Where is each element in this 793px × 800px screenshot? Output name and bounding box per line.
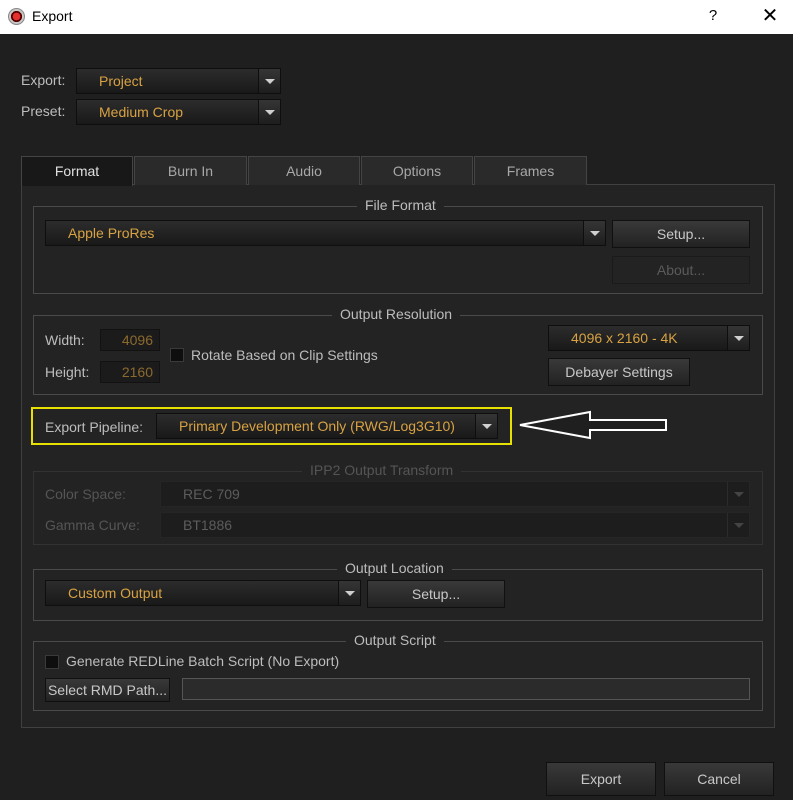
file-format-title: File Format [357, 197, 444, 213]
chevron-down-icon[interactable] [475, 414, 497, 438]
tab-audio[interactable]: Audio [248, 156, 360, 185]
left-arrow-icon [519, 410, 667, 440]
close-button[interactable]: ✕ [752, 0, 788, 34]
height-label: Height: [45, 364, 90, 380]
cancel-button[interactable]: Cancel [664, 762, 774, 796]
width-label: Width: [45, 332, 85, 348]
width-field[interactable]: 4096 [100, 329, 160, 351]
chevron-down-icon[interactable] [727, 326, 749, 350]
chevron-down-icon[interactable] [583, 221, 605, 245]
output-location-value: Custom Output [68, 585, 163, 601]
resolution-preset-value: 4096 x 2160 - 4K [571, 330, 678, 346]
ipp2-title: IPP2 Output Transform [302, 462, 462, 478]
preset-value: Medium Crop [99, 104, 184, 120]
resolution-preset-dropdown[interactable]: 4096 x 2160 - 4K [548, 325, 750, 351]
tab-options[interactable]: Options [361, 156, 473, 185]
file-format-value: Apple ProRes [68, 225, 155, 241]
color-space-value: REC 709 [183, 486, 240, 502]
chevron-down-icon[interactable] [727, 513, 749, 537]
tab-frames[interactable]: Frames [474, 156, 587, 185]
export-dropdown[interactable]: Project [76, 68, 281, 94]
tab-burn-in[interactable]: Burn In [134, 156, 247, 185]
chevron-down-icon[interactable] [338, 581, 360, 605]
file-format-setup-button[interactable]: Setup... [612, 220, 750, 248]
output-location-dropdown[interactable]: Custom Output [45, 580, 361, 606]
select-rmd-path-button[interactable]: Select RMD Path... [45, 678, 170, 702]
rotate-checkbox[interactable] [170, 348, 184, 362]
generate-script-checkbox[interactable] [45, 655, 59, 669]
gamma-curve-dropdown[interactable]: BT1886 [160, 512, 750, 538]
debayer-settings-button[interactable]: Debayer Settings [548, 358, 690, 386]
generate-script-label: Generate REDLine Batch Script (No Export… [66, 653, 340, 669]
height-field[interactable]: 2160 [100, 361, 160, 383]
export-pipeline-label: Export Pipeline: [45, 419, 144, 435]
export-value: Project [99, 73, 143, 89]
chevron-down-icon[interactable] [258, 69, 280, 93]
chevron-down-icon[interactable] [727, 482, 749, 506]
help-button[interactable]: ? [698, 0, 728, 34]
gamma-curve-value: BT1886 [183, 517, 233, 533]
output-location-setup-button[interactable]: Setup... [367, 580, 505, 608]
preset-dropdown[interactable]: Medium Crop [76, 99, 281, 125]
export-label: Export: [21, 72, 66, 88]
redcine-app-icon [8, 8, 25, 25]
color-space-label: Color Space: [45, 486, 126, 502]
color-space-dropdown[interactable]: REC 709 [160, 481, 750, 507]
file-format-about-button[interactable]: About... [612, 256, 750, 284]
title-bar: Export ? ✕ [0, 0, 793, 34]
gamma-curve-label: Gamma Curve: [45, 517, 140, 533]
export-button[interactable]: Export [546, 762, 656, 796]
rmd-path-input[interactable] [182, 678, 750, 700]
chevron-down-icon[interactable] [258, 100, 280, 124]
output-script-title: Output Script [346, 632, 444, 648]
preset-label: Preset: [21, 103, 66, 119]
output-resolution-title: Output Resolution [332, 306, 461, 322]
file-format-dropdown[interactable]: Apple ProRes [45, 220, 606, 246]
output-location-title: Output Location [337, 560, 452, 576]
rotate-label: Rotate Based on Clip Settings [191, 347, 378, 363]
tab-format[interactable]: Format [21, 156, 133, 186]
export-pipeline-dropdown[interactable]: Primary Development Only (RWG/Log3G10) [156, 413, 498, 439]
window-title: Export [32, 8, 73, 24]
export-pipeline-value: Primary Development Only (RWG/Log3G10) [179, 418, 455, 434]
